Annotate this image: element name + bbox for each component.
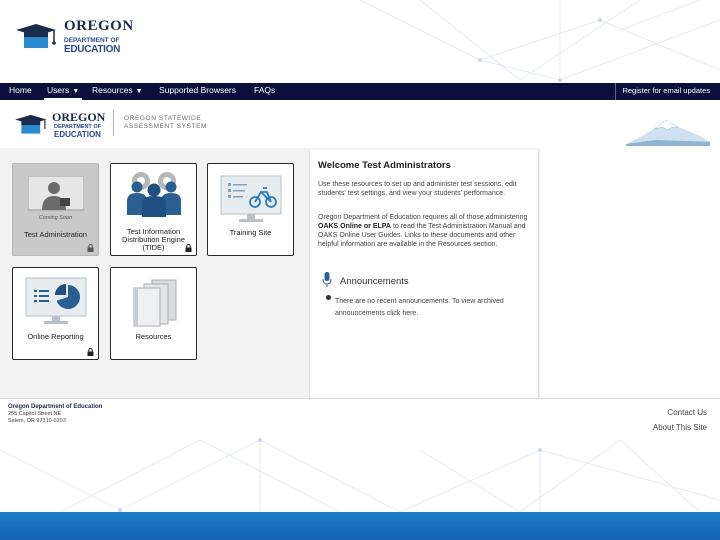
welcome-title: Welcome Test Administrators <box>318 160 451 171</box>
announcements-text[interactable]: There are no recent announcements. To vi… <box>335 296 533 320</box>
bullet-dot <box>326 295 331 300</box>
header-logo-oregon: OREGON <box>52 110 106 124</box>
register-email-link[interactable]: Register for email updates <box>622 86 710 95</box>
page-header: OREGON DEPARTMENT OF EDUCATION OREGON ST… <box>0 100 720 148</box>
main-nav-bar: Home Users ▼ Resources ▼ Supported Browser… <box>0 83 720 100</box>
chevron-down-icon: ▼ <box>135 88 143 95</box>
monitor-pie-chart-icon <box>25 277 86 324</box>
nav-supported-browsers[interactable]: Supported Browsers <box>159 85 236 95</box>
main-content: Coming Soon Test Administration Test Inf… <box>0 148 720 398</box>
lock-icon <box>87 348 94 356</box>
welcome-requirements-text: Oregon Department of Education requires … <box>318 214 528 248</box>
nav-resources[interactable]: Resources ▼ <box>92 85 143 95</box>
tile-resources[interactable]: Resources <box>110 267 197 360</box>
welcome-intro-text: Use these resources to set up and admini… <box>318 181 517 197</box>
welcome-panel: Welcome Test Administrators Use these re… <box>309 150 539 398</box>
header-divider <box>113 110 114 136</box>
tile-label: Test Administration <box>24 230 87 239</box>
logo-education-text: EDUCATION <box>64 44 121 55</box>
tile-label: Resources <box>135 332 172 341</box>
footer-address-street: 255 Capitol Street NE <box>8 411 62 417</box>
monitor-bike-icon <box>220 175 281 222</box>
chevron-down-icon: ▼ <box>72 88 80 95</box>
page-footer: Oregon Department of Education 255 Capit… <box>0 398 720 438</box>
people-gears-icon <box>126 172 181 217</box>
tile-label: Training Site <box>229 228 272 237</box>
person-at-computer-icon <box>27 176 84 211</box>
tile-test-administration[interactable]: Coming Soon Test Administration <box>12 163 99 256</box>
nav-users[interactable]: Users ▼ <box>47 85 79 95</box>
ode-logo-top[interactable]: OREGON DEPARTMENT OF EDUCATION <box>12 16 142 56</box>
mountain-icon <box>626 119 710 146</box>
footer-address-city: Salem, OR 97310-0203 <box>8 418 66 424</box>
tile-training-site[interactable]: Training Site <box>207 163 294 256</box>
announcements-heading: Announcements <box>340 276 409 287</box>
contact-us-link[interactable]: Contact Us <box>667 408 707 417</box>
lock-icon <box>185 244 192 252</box>
tile-tide[interactable]: Test Information Distribution Engine (TI… <box>110 163 197 256</box>
graduation-cap-icon <box>16 24 56 48</box>
header-logo-education: EDUCATION <box>54 130 101 139</box>
footer-org-name: Oregon Department of Education <box>8 404 103 410</box>
assessment-system-title: OREGON STATEWIDE ASSESSMENT SYSTEM <box>124 115 208 130</box>
bottom-accent-bar <box>0 512 720 540</box>
tile-online-reporting[interactable]: Online Reporting <box>12 267 99 360</box>
microphone-icon <box>322 272 332 287</box>
tile-label: Online Reporting <box>27 332 84 341</box>
oaks-elpa-emphasis: OAKS Online or ELPA <box>318 223 391 230</box>
nav-divider <box>615 83 616 100</box>
graduation-cap-icon <box>15 114 47 134</box>
coming-soon-label: Coming Soon <box>38 215 73 221</box>
lock-icon <box>87 244 94 252</box>
nav-faqs[interactable]: FAQs <box>254 85 275 95</box>
ode-logo-header[interactable]: OREGON DEPARTMENT OF EDUCATION <box>12 110 112 140</box>
logo-department-text: DEPARTMENT OF <box>64 37 120 44</box>
nav-home[interactable]: Home <box>9 85 32 95</box>
tile-label: Test Information Distribution Engine (TI… <box>122 227 185 252</box>
logo-oregon-text: OREGON <box>64 18 134 34</box>
about-this-site-link[interactable]: About This Site <box>653 423 707 432</box>
books-icon <box>133 279 176 327</box>
